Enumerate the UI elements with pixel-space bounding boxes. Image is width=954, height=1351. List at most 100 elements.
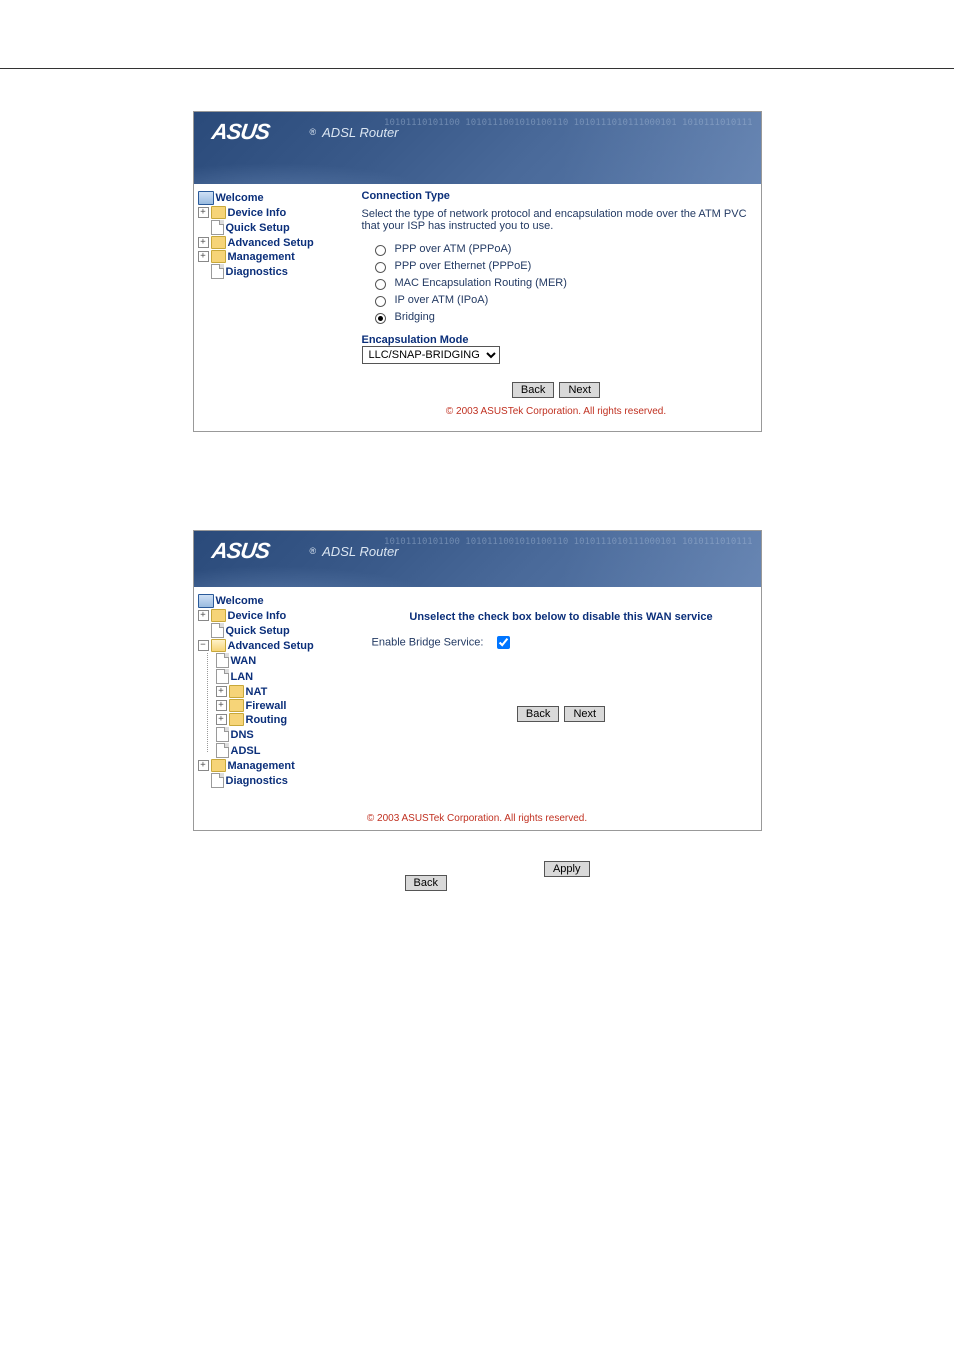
nav-welcome[interactable]: Welcome [216, 192, 264, 204]
folder-icon [229, 685, 244, 698]
header-binary-pattern: 10101110101100 1010111001010100110 10101… [384, 118, 752, 129]
header-swoosh-graphic [194, 146, 454, 184]
expand-icon[interactable]: + [198, 207, 209, 218]
brand-name: ASUS [210, 538, 271, 564]
panel-header: ASUS ® ADSL Router 10101110101100 101011… [194, 112, 761, 184]
expand-icon[interactable]: + [198, 610, 209, 621]
header-binary-pattern: 10101110101100 1010111001010100110 10101… [384, 537, 752, 548]
option-label: PPP over ATM (PPPoA) [395, 243, 512, 255]
option-label: Bridging [395, 311, 435, 323]
section-description: Select the type of network protocol and … [362, 208, 751, 232]
back-button[interactable]: Back [517, 706, 559, 722]
nav-tree: Welcome + Device Info Quick Setup + Advanc… [194, 184, 352, 431]
expand-icon[interactable]: + [198, 251, 209, 262]
page-top-rule [0, 0, 954, 69]
nav-advanced-setup[interactable]: Advanced Setup [228, 237, 314, 249]
page-icon [216, 727, 229, 742]
page-icon [211, 623, 224, 638]
radio-ipoa[interactable] [375, 296, 386, 307]
folder-open-icon [211, 639, 226, 652]
folder-icon [211, 609, 226, 622]
back-button[interactable]: Back [405, 875, 447, 891]
option-pppoe[interactable]: PPP over Ethernet (PPPoE) [370, 259, 751, 273]
root-icon [198, 594, 214, 608]
connection-type-options: PPP over ATM (PPPoA) PPP over Ethernet (… [370, 242, 751, 324]
button-row: Back Next [362, 382, 751, 398]
router-panel-enable-bridge: ASUS ® ADSL Router 10101110101100 101011… [193, 530, 762, 831]
folder-icon [211, 206, 226, 219]
next-button[interactable]: Next [559, 382, 600, 398]
nav-dns[interactable]: DNS [231, 729, 254, 741]
option-pppoa[interactable]: PPP over ATM (PPPoA) [370, 242, 751, 256]
nav-management[interactable]: Management [228, 760, 295, 772]
nav-quick-setup[interactable]: Quick Setup [226, 222, 290, 234]
nav-nat[interactable]: NAT [246, 686, 268, 698]
folder-icon [229, 713, 244, 726]
nav-tree: Welcome + Device Info Quick Setup − Advanc… [194, 587, 362, 795]
brand-logo: ASUS ® ADSL Router [212, 541, 399, 561]
bridge-service-row: Enable Bridge Service: [372, 633, 751, 652]
nav-welcome[interactable]: Welcome [216, 595, 264, 607]
standalone-buttons: Apply Back [194, 861, 761, 891]
page-icon [216, 669, 229, 684]
brand-reg: ® [310, 546, 317, 556]
collapse-icon[interactable]: − [198, 640, 209, 651]
option-label: PPP over Ethernet (PPPoE) [395, 260, 532, 272]
encapsulation-select[interactable]: LLC/SNAP-BRIDGING [362, 346, 500, 364]
option-mer[interactable]: MAC Encapsulation Routing (MER) [370, 276, 751, 290]
nav-lan[interactable]: LAN [231, 671, 254, 683]
nav-wan[interactable]: WAN [231, 655, 257, 667]
nav-management[interactable]: Management [228, 251, 295, 263]
folder-icon [211, 236, 226, 249]
bridge-service-checkbox[interactable] [497, 636, 510, 649]
nav-advanced-setup[interactable]: Advanced Setup [228, 640, 314, 652]
nav-adsl[interactable]: ADSL [231, 745, 261, 757]
next-button[interactable]: Next [564, 706, 605, 722]
content-pane: Connection Type Select the type of netwo… [352, 184, 761, 431]
option-ipoa[interactable]: IP over ATM (IPoA) [370, 293, 751, 307]
page-icon [211, 220, 224, 235]
page-icon [211, 773, 224, 788]
section-title: Connection Type [362, 190, 751, 202]
brand-name: ASUS [210, 119, 271, 145]
router-panel-connection-type: ASUS ® ADSL Router 10101110101100 101011… [193, 111, 762, 432]
option-label: MAC Encapsulation Routing (MER) [395, 277, 567, 289]
nav-device-info[interactable]: Device Info [228, 207, 287, 219]
bridge-service-label: Enable Bridge Service: [372, 636, 484, 648]
radio-mer[interactable] [375, 279, 386, 290]
nav-diagnostics[interactable]: Diagnostics [226, 775, 288, 787]
copyright-text: © 2003 ASUSTek Corporation. All rights r… [194, 795, 761, 830]
page-icon [211, 264, 224, 279]
radio-bridging[interactable] [375, 313, 386, 324]
folder-icon [229, 699, 244, 712]
nav-firewall[interactable]: Firewall [246, 700, 287, 712]
option-label: IP over ATM (IPoA) [395, 294, 489, 306]
radio-pppoa[interactable] [375, 245, 386, 256]
copyright-text: © 2003 ASUSTek Corporation. All rights r… [362, 406, 751, 417]
panel-header: ASUS ® ADSL Router 10101110101100 101011… [194, 531, 761, 587]
nav-quick-setup[interactable]: Quick Setup [226, 625, 290, 637]
nav-routing[interactable]: Routing [246, 714, 288, 726]
expand-icon[interactable]: + [216, 686, 227, 697]
expand-icon[interactable]: + [198, 760, 209, 771]
brand-reg: ® [310, 127, 317, 137]
folder-icon [211, 250, 226, 263]
expand-icon[interactable]: + [216, 700, 227, 711]
apply-button[interactable]: Apply [544, 861, 590, 877]
instruction-text: Unselect the check box below to disable … [372, 611, 751, 623]
encapsulation-title: Encapsulation Mode [362, 334, 751, 346]
button-row: Back Next [372, 706, 751, 722]
nav-device-info[interactable]: Device Info [228, 610, 287, 622]
brand-logo: ASUS ® ADSL Router [212, 122, 399, 142]
folder-icon [211, 759, 226, 772]
root-icon [198, 191, 214, 205]
option-bridging[interactable]: Bridging [370, 310, 751, 324]
content-pane: Unselect the check box below to disable … [362, 587, 761, 795]
page-icon [216, 653, 229, 668]
expand-icon[interactable]: + [216, 714, 227, 725]
page-icon [216, 743, 229, 758]
back-button[interactable]: Back [512, 382, 554, 398]
expand-icon[interactable]: + [198, 237, 209, 248]
radio-pppoe[interactable] [375, 262, 386, 273]
nav-diagnostics[interactable]: Diagnostics [226, 266, 288, 278]
